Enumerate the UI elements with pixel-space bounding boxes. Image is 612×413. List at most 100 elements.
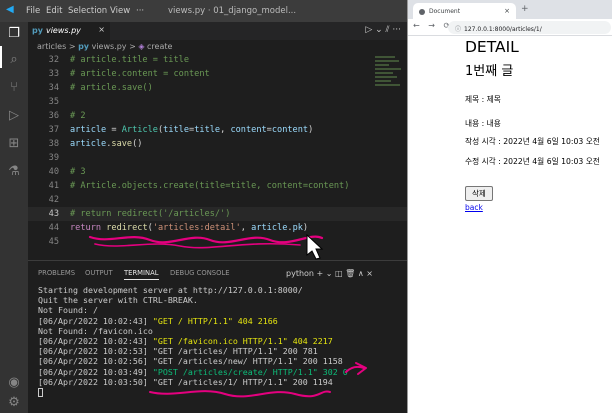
run-debug-icon[interactable]: ▷ (6, 108, 22, 124)
line-number: 45 (48, 237, 59, 247)
code-token: 'articles:detail' (152, 223, 241, 233)
line-number: 32 (48, 55, 59, 65)
breadcrumb-symbol[interactable]: create (147, 42, 172, 51)
code-token: ) (308, 125, 314, 135)
log-timestamp: [06/Apr/2022 10:02:56] (38, 356, 153, 367)
terminal-prompt[interactable] (38, 387, 403, 397)
new-tab-icon[interactable]: + (521, 4, 529, 14)
tab-close-icon[interactable]: × (504, 7, 510, 15)
code-token: article (251, 223, 288, 233)
terminal-output[interactable]: Starting development server at http://12… (38, 285, 403, 397)
globe-icon (419, 8, 425, 15)
info-icon: ⓘ (455, 26, 462, 33)
code-token: redirect (106, 223, 148, 233)
terminal-line: [06/Apr/2022 10:03:49] "POST /articles/c… (38, 367, 403, 377)
editor-actions[interactable]: ▷ ⌄ ⫽ ··· (365, 25, 401, 35)
code-line: 41 # Article.objects.create(title=title, … (28, 179, 407, 193)
log-request: "GET /articles/new/ HTTP/1.1" 200 1158 (152, 356, 343, 367)
panel-tab-output[interactable]: OUTPUT (85, 269, 113, 277)
code-editor[interactable]: 32 # article.title = title 33 # article.co… (28, 53, 407, 260)
editor-tab-bar: py views.py × ▷ ⌄ ⫽ ··· (28, 22, 407, 40)
code-token: = (106, 125, 122, 135)
source-control-icon[interactable]: ⑂ (6, 80, 22, 96)
line-number: 44 (48, 223, 59, 233)
breadcrumb-file[interactable]: views.py (92, 42, 127, 51)
code-line: 32 # article.title = title (28, 53, 407, 67)
code-text: # return redirect('/articles/') (70, 209, 231, 219)
code-token: save (111, 139, 133, 149)
code-text: # Article.objects.create(title=title, co… (70, 181, 350, 191)
code-token: pk (292, 223, 303, 233)
code-token: article (70, 139, 107, 149)
window-title: views.py · 01_django_model... (168, 6, 297, 16)
breadcrumb-folder[interactable]: articles (37, 42, 66, 51)
address-bar[interactable]: ⓘ 127.0.0.1:8000/articles/1/ (448, 21, 611, 34)
panel-tab-problems[interactable]: PROBLEMS (38, 269, 75, 277)
terminal-line: Starting development server at http://12… (38, 285, 303, 295)
terminal-line: [06/Apr/2022 10:02:43] "GET /favicon.ico… (38, 336, 403, 346)
panel-tab-debug-console[interactable]: DEBUG CONSOLE (170, 269, 230, 277)
tab-views-py[interactable]: py views.py × (28, 22, 110, 40)
line-number: 33 (48, 69, 59, 79)
code-line: 33 # article.content = content (28, 67, 407, 81)
line-number: 43 (48, 209, 59, 219)
log-timestamp: [06/Apr/2022 10:02:43] (38, 315, 153, 326)
search-icon[interactable]: ⌕ (6, 52, 22, 68)
vscode-logo-icon: ◀ (6, 4, 14, 15)
panel-tab-bar: PROBLEMS OUTPUT TERMINAL DEBUG CONSOLE p… (28, 261, 407, 281)
log-timestamp: [06/Apr/2022 10:03:50] (38, 376, 153, 387)
code-text: # article.title = title (70, 55, 189, 65)
page-heading: DETAIL (465, 38, 519, 56)
code-text: return redirect('articles:detail', artic… (70, 221, 308, 235)
code-line: 39 (28, 151, 407, 165)
code-token: title (194, 125, 221, 135)
menu-selection[interactable]: Selection (68, 6, 107, 16)
menu-file[interactable]: File (26, 6, 40, 16)
terminal-cursor (38, 387, 43, 397)
url-text: 127.0.0.1:8000/articles/1/ (464, 26, 542, 33)
line-number: 36 (48, 111, 59, 121)
code-line: 38 article.save() (28, 137, 407, 151)
menu-edit[interactable]: Edit (46, 6, 62, 16)
article-content-line: 내용 : 내용 (465, 119, 501, 128)
code-text: # 3 (70, 167, 86, 177)
terminal-line: Quit the server with CTRL-BREAK. (38, 295, 198, 306)
tab-close-icon[interactable]: × (98, 25, 105, 34)
testing-icon[interactable]: ⚗ (6, 164, 22, 180)
line-number: 38 (48, 139, 59, 149)
terminal-toolbar[interactable]: python + ⌄ ◫ 🗑 ∧ × (286, 269, 373, 278)
code-token: , (240, 223, 252, 233)
code-line-current: 43 # return redirect('/articles/') (28, 207, 407, 221)
explorer-icon[interactable]: ❐ (6, 26, 22, 42)
log-request: "GET / HTTP/1.1" 404 2166 (152, 315, 278, 326)
browser-tab[interactable]: Document × (413, 3, 516, 19)
panel-tab-terminal[interactable]: TERMINAL (124, 269, 159, 280)
code-line: 35 (28, 95, 407, 109)
menu-view[interactable]: View (110, 6, 130, 16)
terminal-line: [06/Apr/2022 10:02:53] "GET /articles/ H… (38, 346, 403, 356)
log-request: "GET /articles/1/ HTTP/1.1" 200 1194 (152, 376, 333, 387)
line-number: 39 (48, 153, 59, 163)
code-token: content (271, 125, 309, 135)
extensions-icon[interactable]: ⊞ (6, 136, 22, 152)
breadcrumb: articles > py views.py > ◈ create (28, 40, 407, 53)
breadcrumb-separator: > (68, 42, 76, 51)
delete-button[interactable]: 삭제 (465, 186, 493, 201)
line-number: 40 (48, 167, 59, 177)
code-line: 40 # 3 (28, 165, 407, 179)
browser-toolbar: ← → ⟳ ⓘ 127.0.0.1:8000/articles/1/ (408, 19, 612, 36)
log-timestamp: [06/Apr/2022 10:02:43] (38, 335, 153, 346)
python-file-icon: py (78, 42, 90, 51)
code-line: 34 # article.save() (28, 81, 407, 95)
code-token: () (132, 139, 143, 149)
settings-gear-icon[interactable]: ⚙ (6, 395, 22, 411)
log-timestamp: [06/Apr/2022 10:03:49] (38, 366, 153, 377)
account-icon[interactable]: ◉ (6, 375, 22, 391)
code-line: 44 return redirect('articles:detail', art… (28, 221, 407, 235)
menu-more[interactable]: ··· (136, 6, 144, 16)
code-text: # article.content = content (70, 69, 210, 79)
created-at-line: 작성 시각 : 2022년 4월 6일 10:03 오전 (465, 137, 600, 146)
line-number: 41 (48, 181, 59, 191)
terminal-line: [06/Apr/2022 10:02:43] "GET / HTTP/1.1" … (38, 316, 403, 326)
back-link[interactable]: back (465, 203, 483, 212)
